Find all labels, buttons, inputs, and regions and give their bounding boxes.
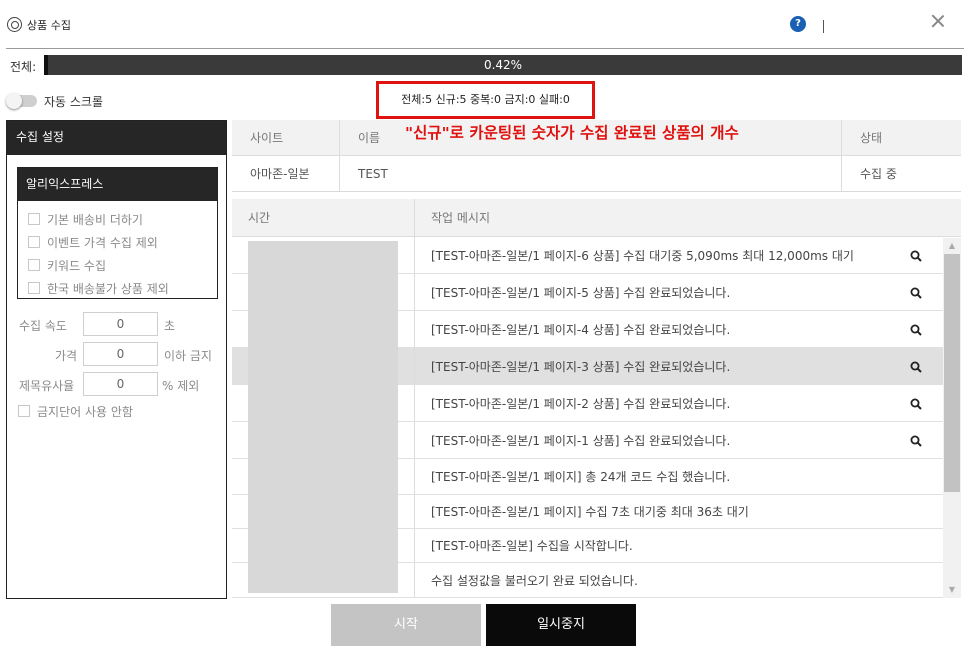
similarity-input[interactable]: 0 — [83, 372, 158, 396]
option-exclude-no-korea-shipping[interactable]: 한국 배송불가 상품 제외 — [28, 279, 169, 297]
magnifier-icon[interactable] — [910, 361, 922, 373]
magnifier-icon[interactable] — [910, 287, 922, 299]
log-message: [TEST-아마존-일본] 수집을 시작합니다. — [431, 539, 633, 553]
aliexpress-group: 알리익스프레스 기본 배송비 더하기 이벤트 가격 수집 제외 키워드 수집 한… — [17, 167, 218, 299]
option-label: 기본 배송비 더하기 — [47, 212, 143, 227]
log-message: [TEST-아마존-일본/1 페이지-5 상품] 수집 완료되었습니다. — [431, 285, 731, 300]
annotation-note: "신규"로 카운팅된 숫자가 수집 완료된 상품의 개수 — [405, 124, 739, 142]
price-unit: 이하 금지 — [164, 349, 212, 363]
option-keyword-collect[interactable]: 키워드 수집 — [28, 256, 106, 274]
stats-summary: 전체:5 신규:5 중복:0 금지:0 실패:0 — [401, 93, 570, 106]
auto-scroll-toggle[interactable] — [6, 93, 37, 109]
checkbox[interactable] — [28, 213, 40, 225]
similarity-label: 제목유사율 — [19, 379, 75, 393]
pause-button[interactable]: 일시중지 — [486, 604, 636, 646]
log-message: [TEST-아마존-일본/1 페이지] 수집 7초 대기중 최대 36초 대기 — [431, 505, 749, 519]
log-scrollbar[interactable]: ▲ ▼ — [943, 238, 961, 598]
checkbox[interactable] — [28, 236, 40, 248]
title-bar: 상품 수집 ? — [0, 0, 970, 48]
magnifier-icon[interactable] — [910, 250, 922, 262]
column-header-site: 사이트 — [232, 120, 340, 156]
stats-highlight-box: 전체:5 신규:5 중복:0 금지:0 실패:0 — [376, 81, 595, 119]
start-button[interactable]: 시작 — [331, 604, 481, 646]
price-input[interactable]: 0 — [83, 342, 158, 366]
status-cell: 수집 중 — [860, 167, 897, 181]
close-icon[interactable] — [930, 13, 946, 29]
column-header-time: 시간 — [232, 199, 415, 237]
log-header: 시간 작업 메시지 — [232, 199, 961, 237]
name-cell: TEST — [340, 156, 842, 192]
progress-label: 전체: — [10, 60, 37, 74]
progress-percent: 0.42% — [483, 58, 523, 72]
magnifier-icon[interactable] — [910, 324, 922, 336]
price-label: 가격 — [55, 349, 78, 363]
column-header-message: 작업 메시지 — [431, 211, 491, 225]
option-label: 한국 배송불가 상품 제외 — [47, 281, 169, 296]
option-label: 키워드 수집 — [47, 258, 107, 273]
option-no-banned-words[interactable]: 금지단어 사용 안함 — [18, 402, 133, 420]
option-add-shipping[interactable]: 기본 배송비 더하기 — [28, 210, 143, 228]
similarity-unit: % 제외 — [162, 379, 200, 393]
log-message: [TEST-아마존-일본/1 페이지-4 상품] 수집 완료되었습니다. — [431, 322, 731, 337]
magnifier-icon[interactable] — [910, 435, 922, 447]
window-title: 상품 수집 — [27, 19, 71, 32]
time-column-redacted — [248, 241, 398, 593]
log-table: 시간 작업 메시지 [TEST-아마존-일본/1 페이지-6 상품] 수집 대기… — [232, 199, 961, 598]
help-icon[interactable]: ? — [790, 16, 806, 32]
magnifier-icon[interactable] — [910, 398, 922, 410]
scroll-up-arrow-icon[interactable]: ▲ — [943, 238, 961, 254]
log-message: [TEST-아마존-일본/1 페이지-1 상품] 수집 완료되었습니다. — [431, 433, 731, 448]
checkbox[interactable] — [28, 282, 40, 294]
progress-bar: 0.42% — [44, 55, 962, 75]
speed-label: 수집 속도 — [19, 319, 67, 333]
settings-header: 수집 설정 — [7, 121, 226, 155]
site-cell: 아마존-일본 — [232, 156, 340, 192]
log-message: [TEST-아마존-일본/1 페이지] 총 24개 코드 수집 했습니다. — [431, 470, 731, 484]
title-separator — [823, 20, 824, 33]
option-exclude-event-price[interactable]: 이벤트 가격 수집 제외 — [28, 233, 158, 251]
log-message: [TEST-아마존-일본/1 페이지-6 상품] 수집 대기중 5,090ms … — [431, 248, 854, 263]
column-header-status: 상태 — [842, 120, 961, 156]
settings-panel: 수집 설정 알리익스프레스 기본 배송비 더하기 이벤트 가격 수집 제외 키워… — [6, 120, 227, 599]
checkbox[interactable] — [18, 405, 30, 417]
speed-input[interactable]: 0 — [83, 312, 158, 336]
option-label: 이벤트 가격 수집 제외 — [47, 235, 158, 250]
app-logo-icon — [7, 17, 22, 32]
log-message: [TEST-아마존-일본/1 페이지-3 상품] 수집 완료되었습니다. — [431, 359, 731, 374]
scroll-down-arrow-icon[interactable]: ▼ — [943, 582, 961, 598]
log-message: [TEST-아마존-일본/1 페이지-2 상품] 수집 완료되었습니다. — [431, 396, 731, 411]
toggle-knob — [6, 93, 22, 109]
speed-unit: 초 — [164, 319, 176, 333]
scroll-thumb[interactable] — [944, 254, 960, 492]
aliexpress-header: 알리익스프레스 — [18, 168, 217, 201]
log-message: 수집 설정값을 불러오기 완료 되었습니다. — [431, 573, 638, 588]
title-divider — [6, 48, 964, 49]
option-label: 금지단어 사용 안함 — [37, 404, 133, 419]
checkbox[interactable] — [28, 259, 40, 271]
auto-scroll-label: 자동 스크롤 — [44, 95, 104, 109]
